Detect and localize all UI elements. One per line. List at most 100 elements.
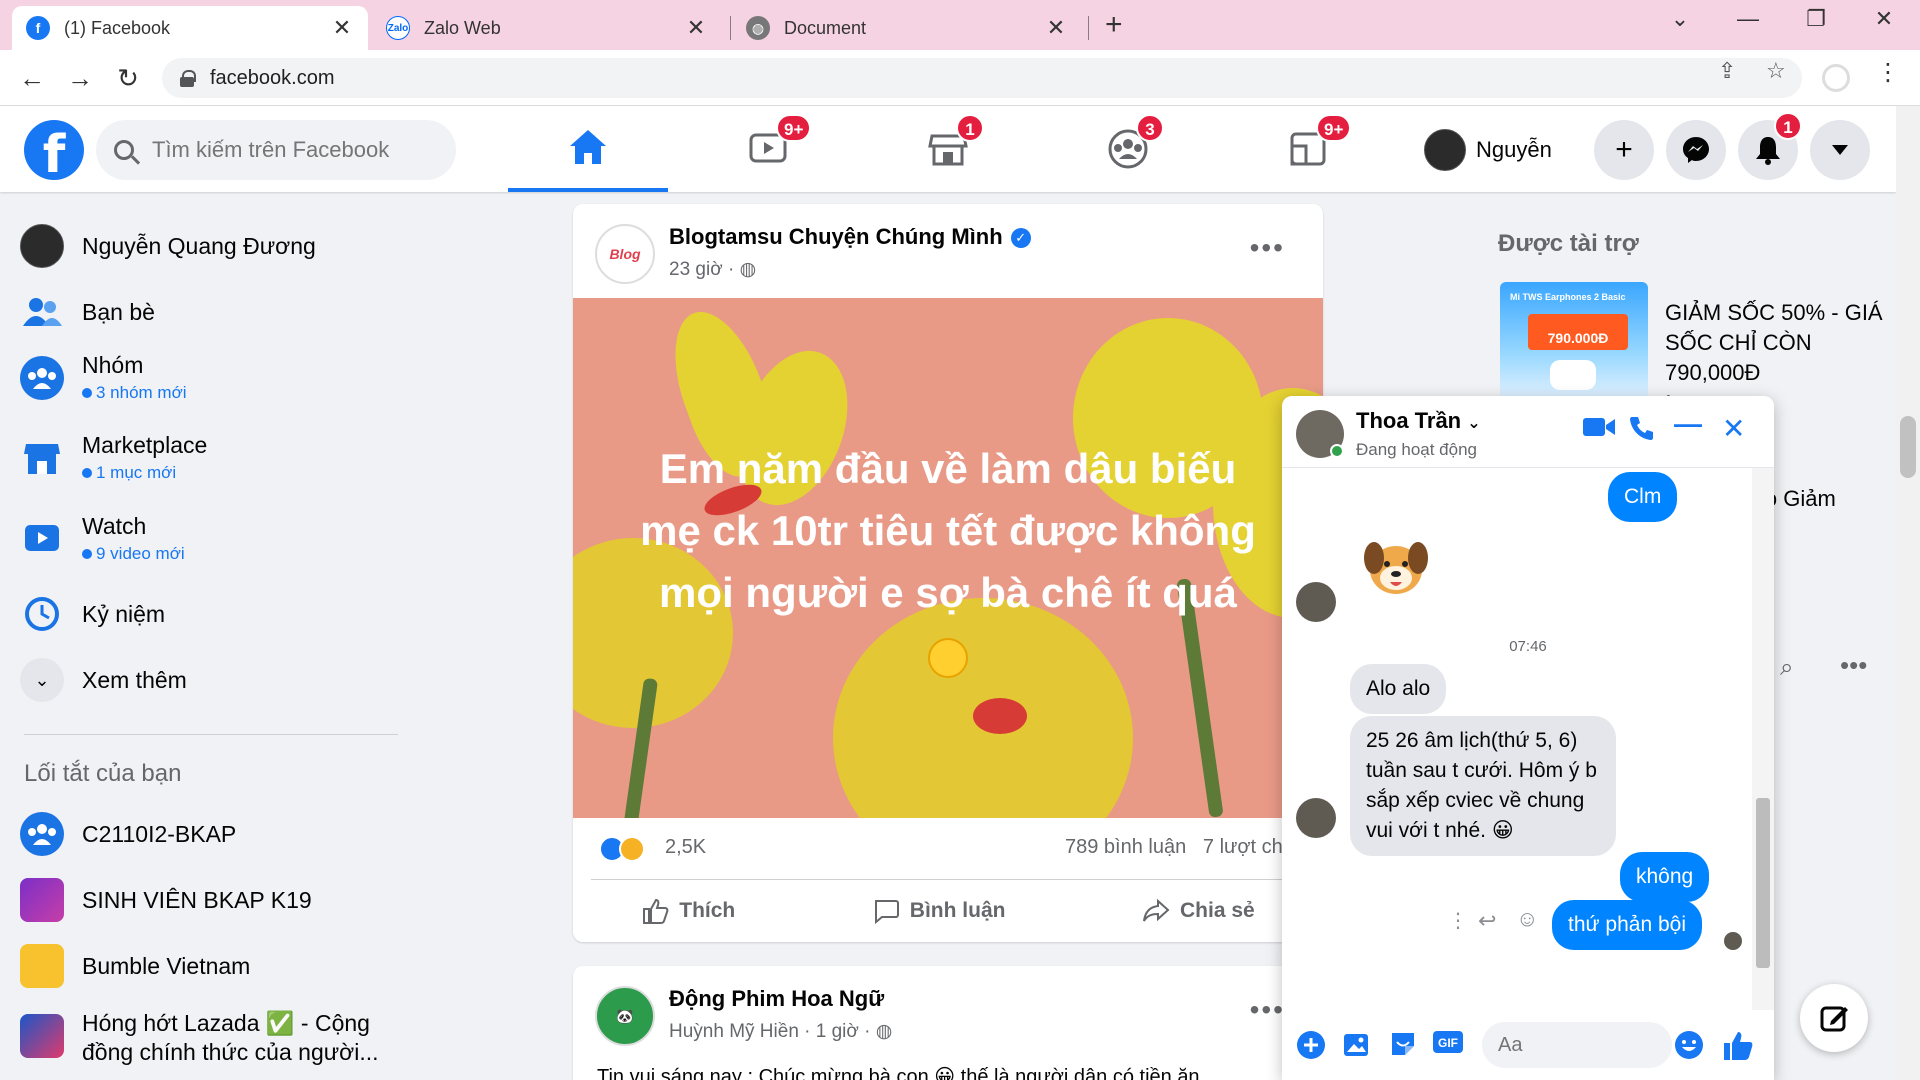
like-label: Thích: [679, 899, 736, 922]
scrollbar-thumb[interactable]: [1756, 798, 1770, 968]
facebook-logo-icon[interactable]: f: [24, 120, 84, 185]
share-icon[interactable]: ⇪: [1718, 58, 1736, 84]
shortcut-item[interactable]: Bumble Vietnam: [20, 944, 400, 988]
sidebar-item-watch[interactable]: Watch 9 video mới: [20, 513, 400, 564]
search-input[interactable]: [152, 137, 432, 163]
sidebar-item-profile[interactable]: Nguyễn Quang Đương: [20, 224, 400, 268]
share-label: Chia sẻ: [1180, 899, 1255, 922]
post-image[interactable]: Em năm đầu về làm dâu biếu mẹ ck 10tr ti…: [573, 298, 1323, 818]
close-icon[interactable]: ✕: [330, 15, 354, 41]
sidebar-item-see-more[interactable]: ⌄ Xem thêm: [20, 658, 400, 702]
nav-home[interactable]: [508, 106, 668, 192]
comment-button[interactable]: Bình luận: [872, 897, 1005, 925]
chat-contact-name[interactable]: Thoa Trần ⌄: [1356, 408, 1481, 434]
sidebar-item-sub: 9 video mới: [82, 544, 185, 564]
message-outgoing[interactable]: thứ phản bội: [1552, 900, 1702, 950]
page-avatar[interactable]: Blog: [595, 224, 655, 284]
basketball-extension-icon[interactable]: [1822, 64, 1850, 92]
sidebar-item-memories[interactable]: Kỷ niệm: [20, 592, 400, 636]
reaction-icons[interactable]: [599, 836, 645, 862]
sticker-icon[interactable]: [1388, 1030, 1418, 1060]
sidebar-item-friends[interactable]: Bạn bè: [20, 290, 400, 334]
nav-groups[interactable]: 3: [1048, 106, 1208, 192]
message-incoming[interactable]: Alo alo: [1350, 664, 1447, 714]
browser-tab-facebook[interactable]: f (1) Facebook ✕: [12, 6, 368, 50]
browser-tab-zalo[interactable]: Zalo Zalo Web ✕: [372, 6, 722, 50]
shortcut-label: Hóng hớt Lazada ✅ - Cộng: [82, 1010, 370, 1036]
chevron-down-icon: ⌄: [20, 658, 64, 702]
close-window-button[interactable]: ✕: [1864, 6, 1904, 32]
ad-price-tag: 790.000Đ: [1528, 314, 1628, 350]
account-menu-button[interactable]: [1810, 120, 1870, 180]
create-button[interactable]: +: [1594, 120, 1654, 180]
close-icon[interactable]: ✕: [1044, 15, 1068, 41]
new-message-button[interactable]: [1800, 984, 1868, 1052]
message-outgoing[interactable]: Clm: [1608, 472, 1678, 522]
post-options-button[interactable]: •••: [1250, 232, 1285, 264]
comment-count[interactable]: 789 bình luận: [1065, 836, 1186, 858]
scrollbar-thumb[interactable]: [1900, 416, 1916, 478]
shortcut-item[interactable]: Hóng hớt Lazada ✅ - Cộng đồng chính thức…: [20, 1010, 400, 1066]
nav-watch[interactable]: 9+: [688, 106, 848, 192]
tab-search-icon[interactable]: ⌄: [1660, 6, 1700, 32]
reply-icon[interactable]: ↩: [1478, 908, 1496, 934]
new-dot-icon: [82, 468, 92, 478]
new-tab-button[interactable]: +: [1105, 8, 1123, 42]
chat-scrollbar[interactable]: [1752, 468, 1774, 1010]
like-button[interactable]: Thích: [641, 897, 735, 925]
reload-button[interactable]: ↻: [110, 60, 146, 96]
facebook-search[interactable]: [96, 120, 456, 180]
page-name-link[interactable]: Blogtamsu Chuyện Chúng Mình ✓: [669, 224, 1031, 250]
minimize-chat-icon[interactable]: —: [1674, 408, 1702, 440]
message-input[interactable]: [1482, 1022, 1672, 1068]
close-chat-icon[interactable]: ✕: [1722, 412, 1745, 445]
react-emoji-icon[interactable]: ☺: [1516, 906, 1538, 932]
emoji-icon[interactable]: [1674, 1030, 1704, 1060]
minimize-window-button[interactable]: —: [1728, 6, 1768, 32]
page-scrollbar[interactable]: [1896, 106, 1920, 1080]
nav-gaming[interactable]: 9+: [1228, 106, 1388, 192]
back-button[interactable]: ←: [14, 60, 50, 96]
browser-tab-document[interactable]: ◍ Document ✕: [732, 6, 1082, 50]
shortcut-item[interactable]: C2110I2-BKAP: [20, 812, 400, 856]
message-more-icon[interactable]: ⋮: [1448, 908, 1468, 933]
thumbs-up-send-icon[interactable]: [1722, 1030, 1753, 1060]
gif-icon[interactable]: GIF: [1432, 1030, 1463, 1060]
sidebar-item-groups[interactable]: Nhóm 3 nhóm mới: [20, 352, 400, 403]
message-incoming[interactable]: 25 26 âm lịch(thứ 5, 6) tuần sau t cưới.…: [1350, 716, 1616, 856]
address-bar[interactable]: facebook.com: [162, 58, 1802, 98]
more-options-icon[interactable]: •••: [1840, 650, 1867, 681]
plus-circle-icon[interactable]: [1296, 1030, 1326, 1060]
chrome-menu-icon[interactable]: ⋮: [1876, 58, 1900, 87]
restore-window-button[interactable]: ❐: [1796, 6, 1836, 32]
post-time[interactable]: 23 giờ ·: [669, 259, 734, 280]
video-call-icon[interactable]: [1582, 414, 1616, 446]
ad-image-label: Mi TWS Earphones 2 Basic: [1510, 292, 1626, 302]
shortcut-item[interactable]: SINH VIÊN BKAP K19: [20, 878, 400, 922]
post-options-button[interactable]: •••: [1250, 994, 1285, 1026]
ad-title[interactable]: GIẢM SỐC 50% - GIÁ SỐC CHỈ CÒN 790,000Đ: [1665, 298, 1895, 388]
forward-button[interactable]: →: [62, 60, 98, 96]
lock-icon[interactable]: [180, 70, 196, 87]
close-icon[interactable]: ✕: [684, 15, 708, 41]
notifications-button[interactable]: 1: [1738, 112, 1802, 180]
message-outgoing[interactable]: không: [1620, 852, 1710, 902]
page-name[interactable]: Blogtamsu Chuyện Chúng Mình: [669, 224, 1003, 249]
page-avatar[interactable]: 🐼: [595, 986, 655, 1046]
post-meta: 23 giờ · ◍: [669, 258, 756, 281]
phone-call-icon[interactable]: [1628, 414, 1656, 449]
puppy-sticker[interactable]: [1358, 530, 1434, 606]
messenger-button[interactable]: [1666, 120, 1726, 180]
sidebar-item-marketplace[interactable]: Marketplace 1 mục mới: [20, 432, 400, 483]
photo-icon[interactable]: [1342, 1030, 1372, 1060]
nav-marketplace[interactable]: 1: [868, 106, 1028, 192]
page-name[interactable]: Động Phim Hoa Ngữ: [669, 986, 884, 1012]
chat-header[interactable]: Thoa Trần ⌄ Đang hoạt động — ✕: [1282, 396, 1774, 468]
online-status-icon: [1330, 444, 1344, 458]
bookmark-star-icon[interactable]: ☆: [1766, 58, 1786, 84]
profile-chip[interactable]: Nguyễn: [1424, 120, 1552, 180]
search-icon[interactable]: ⌕: [1780, 654, 1793, 682]
share-button[interactable]: Chia sẻ: [1142, 897, 1255, 925]
reaction-count[interactable]: 2,5K: [665, 836, 706, 859]
ad-image[interactable]: Mi TWS Earphones 2 Basic 790.000Đ: [1500, 282, 1648, 402]
